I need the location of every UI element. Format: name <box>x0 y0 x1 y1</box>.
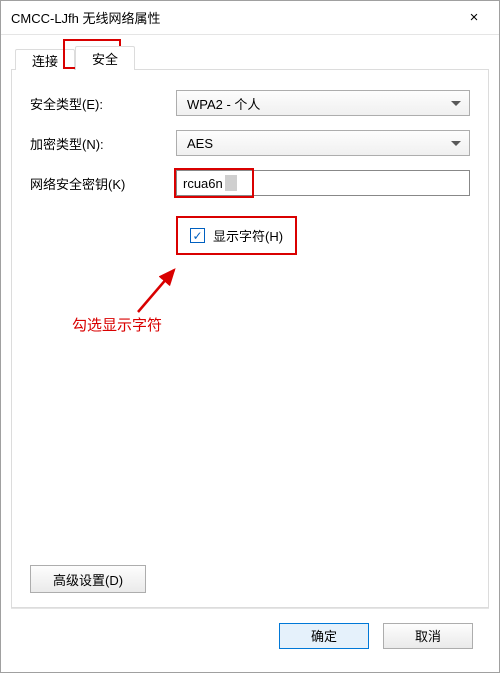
security-sheet: 安全类型(E): WPA2 - 个人 加密类型(N): AES <box>11 70 489 608</box>
client-area: 连接 安全 安全类型(E): WPA2 - 个人 <box>1 35 499 672</box>
annotation-text: 勾选显示字符 <box>72 314 162 335</box>
cancel-button[interactable]: 取消 <box>383 623 473 649</box>
security-type-dropdown[interactable]: WPA2 - 个人 <box>176 90 470 116</box>
window-title: CMCC-LJfh 无线网络属性 <box>11 8 451 27</box>
security-type-label: 安全类型(E): <box>30 94 176 113</box>
chevron-down-icon <box>451 141 461 146</box>
chevron-down-icon <box>451 101 461 106</box>
titlebar: CMCC-LJfh 无线网络属性 × <box>1 1 499 35</box>
annotation-arrow-icon <box>130 260 190 320</box>
row-network-key: 网络安全密钥(K) rcua6n <box>30 170 470 196</box>
encryption-type-dropdown[interactable]: AES <box>176 130 470 156</box>
encryption-type-label: 加密类型(N): <box>30 134 176 153</box>
tab-strip: 连接 安全 <box>11 43 489 69</box>
close-icon: × <box>470 9 479 26</box>
tab-security[interactable]: 安全 <box>75 46 135 70</box>
row-security-type: 安全类型(E): WPA2 - 个人 <box>30 90 470 116</box>
show-characters-label: 显示字符(H) <box>213 226 283 245</box>
cancel-button-label: 取消 <box>415 626 441 645</box>
advanced-settings-label: 高级设置(D) <box>53 570 123 589</box>
row-encryption-type: 加密类型(N): AES <box>30 130 470 156</box>
ok-button[interactable]: 确定 <box>279 623 369 649</box>
network-key-value: rcua6n <box>183 176 223 191</box>
advanced-settings-button[interactable]: 高级设置(D) <box>30 565 146 593</box>
advanced-area: 高级设置(D) <box>30 555 470 593</box>
network-key-label: 网络安全密钥(K) <box>30 174 176 193</box>
wifi-properties-dialog: CMCC-LJfh 无线网络属性 × 连接 安全 安全类型(E): <box>0 0 500 673</box>
close-button[interactable]: × <box>451 1 497 34</box>
security-form: 安全类型(E): WPA2 - 个人 加密类型(N): AES <box>30 90 470 255</box>
tab-connection-label: 连接 <box>32 51 58 70</box>
ok-button-label: 确定 <box>311 626 337 645</box>
text-cursor-icon <box>225 175 237 191</box>
dialog-footer: 确定 取消 <box>11 608 489 662</box>
show-characters-checkbox-area[interactable]: ✓ 显示字符(H) <box>176 216 297 255</box>
security-type-value: WPA2 - 个人 <box>187 94 260 113</box>
tab-security-label: 安全 <box>92 49 118 68</box>
network-key-input[interactable]: rcua6n <box>176 170 470 196</box>
tab-connection[interactable]: 连接 <box>15 49 75 71</box>
checkmark-icon: ✓ <box>192 230 202 242</box>
encryption-type-value: AES <box>187 136 213 151</box>
show-characters-checkbox[interactable]: ✓ <box>190 228 205 243</box>
